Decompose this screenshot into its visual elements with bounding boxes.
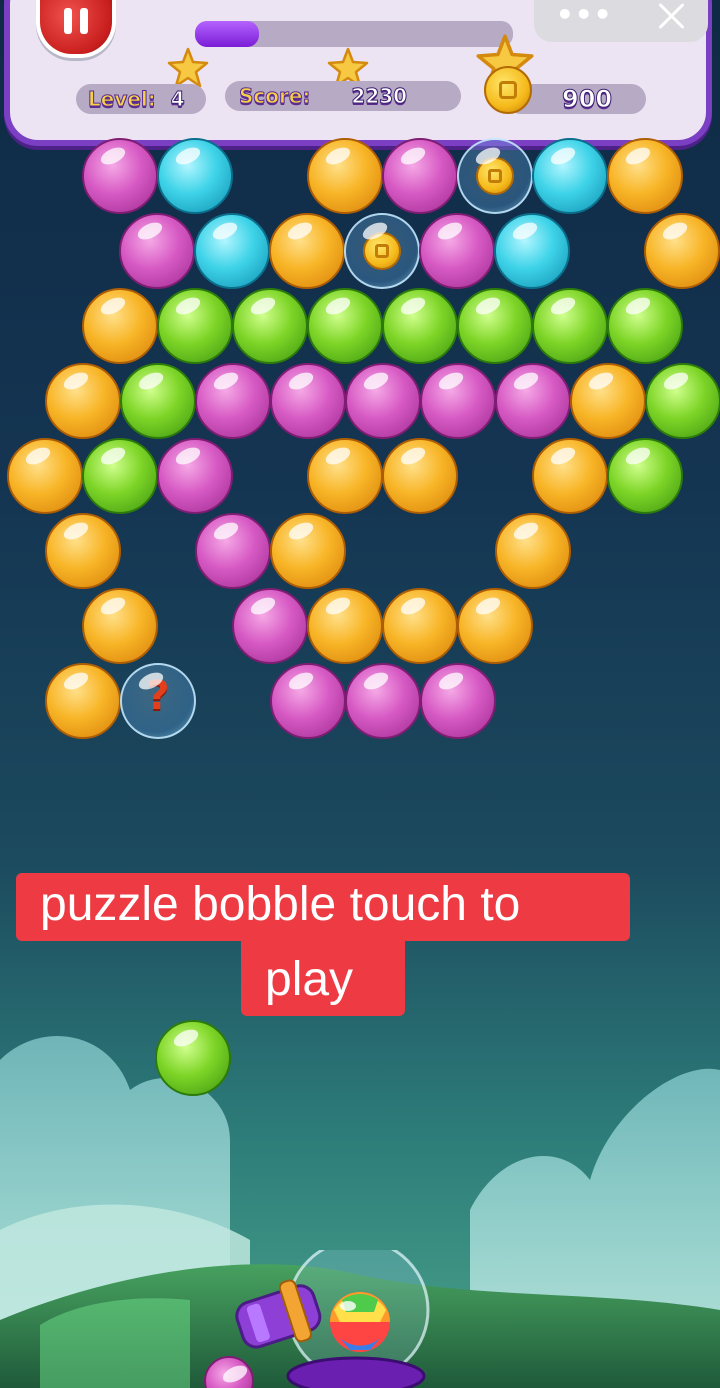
pink-bubble <box>195 513 271 589</box>
green-bubble <box>382 288 458 364</box>
caption-line-1: puzzle bobble touch to <box>16 873 630 941</box>
mystery-bubble: ? <box>120 663 196 739</box>
green-bubble <box>157 288 233 364</box>
level-display: Level: 4 <box>76 84 206 114</box>
pink-bubble <box>495 363 571 439</box>
orange-bubble <box>457 588 533 664</box>
orange-bubble <box>307 138 383 214</box>
orange-bubble <box>382 438 458 514</box>
cyan-bubble <box>532 138 608 214</box>
caption-line-2: play <box>241 940 405 1016</box>
pink-bubble <box>419 213 495 289</box>
orange-bubble <box>82 588 158 664</box>
question-mark-icon: ? <box>146 673 170 719</box>
orange-bubble <box>7 438 83 514</box>
coin-icon <box>476 157 514 195</box>
orange-bubble <box>607 138 683 214</box>
green-bubble <box>457 288 533 364</box>
orange-bubble <box>82 288 158 364</box>
score-progress-fill <box>195 21 259 47</box>
pink-bubble <box>195 363 271 439</box>
orange-bubble <box>270 513 346 589</box>
green-bubble <box>532 288 608 364</box>
coin-icon <box>484 66 532 114</box>
flying-bubble <box>155 1020 231 1096</box>
pink-bubble <box>232 588 308 664</box>
orange-bubble <box>269 213 345 289</box>
score-progress-bar <box>195 21 513 47</box>
pink-bubble <box>382 138 458 214</box>
green-bubble <box>645 363 720 439</box>
pink-bubble <box>82 138 158 214</box>
cyan-bubble <box>157 138 233 214</box>
coin-bubble <box>457 138 533 214</box>
orange-bubble <box>495 513 571 589</box>
cyan-bubble <box>194 213 270 289</box>
mini-program-capsule: ••• <box>534 0 708 42</box>
pink-bubble <box>420 363 496 439</box>
orange-bubble <box>532 438 608 514</box>
orange-bubble <box>644 213 720 289</box>
pink-bubble <box>345 363 421 439</box>
score-display: Score: 2230 <box>225 81 461 111</box>
green-bubble <box>607 438 683 514</box>
orange-bubble <box>382 588 458 664</box>
green-bubble <box>120 363 196 439</box>
more-dots-icon[interactable]: ••• <box>556 1 613 29</box>
cyan-bubble <box>494 213 570 289</box>
green-bubble <box>232 288 308 364</box>
orange-bubble <box>307 588 383 664</box>
pink-bubble <box>270 363 346 439</box>
bubble-shooter[interactable] <box>230 1250 450 1388</box>
pink-bubble <box>270 663 346 739</box>
green-bubble <box>82 438 158 514</box>
pink-bubble <box>345 663 421 739</box>
level-label: Level: <box>88 87 157 112</box>
pink-bubble <box>119 213 195 289</box>
coin-value: 900 <box>561 85 613 114</box>
level-value: 4 <box>170 87 185 112</box>
orange-bubble <box>307 438 383 514</box>
orange-bubble <box>570 363 646 439</box>
pink-bubble <box>157 438 233 514</box>
pink-bubble <box>420 663 496 739</box>
coin-icon <box>363 232 401 270</box>
orange-bubble <box>45 663 121 739</box>
green-bubble <box>607 288 683 364</box>
green-bubble <box>307 288 383 364</box>
score-value: 2230 <box>351 84 408 109</box>
close-icon[interactable] <box>656 1 686 31</box>
orange-bubble <box>45 363 121 439</box>
orange-bubble <box>45 513 121 589</box>
coin-bubble <box>344 213 420 289</box>
score-label: Score: <box>238 84 311 109</box>
game-stage[interactable]: Level: 4 Score: 2230 900 ••• ? puzzle bo… <box>0 0 720 1388</box>
pause-icon <box>64 8 72 34</box>
